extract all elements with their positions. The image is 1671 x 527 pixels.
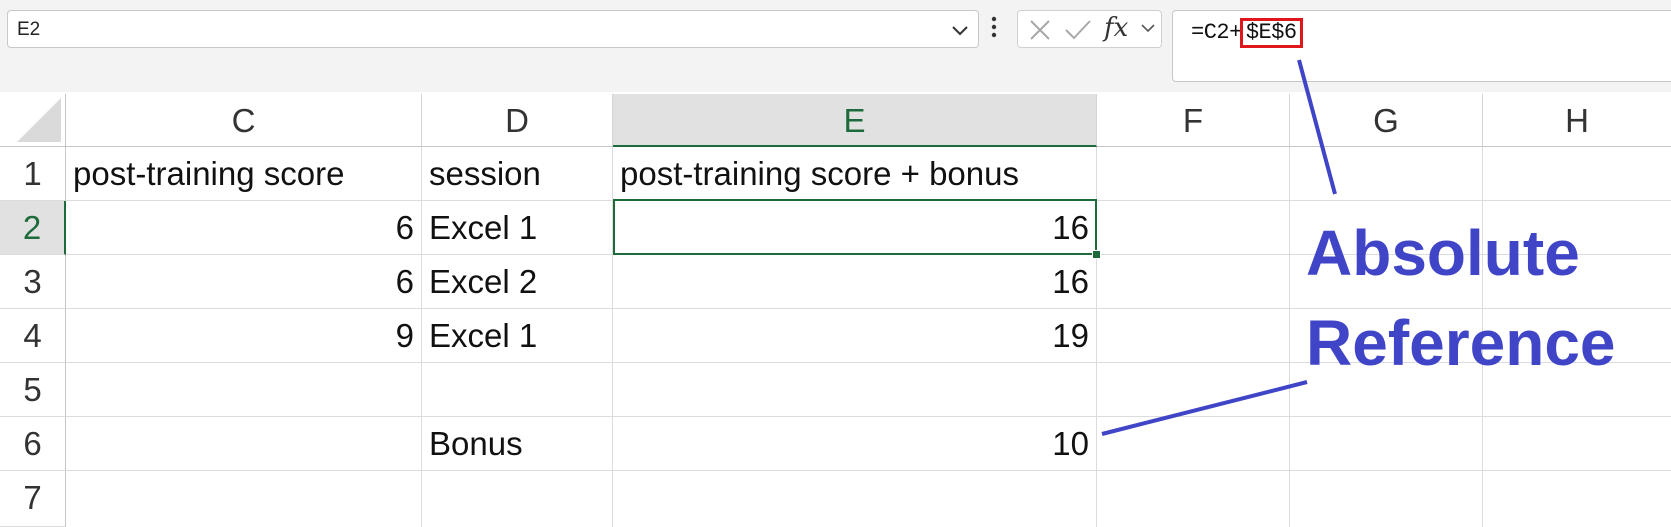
cell-e7[interactable] <box>613 471 1097 527</box>
formula-prefix: =C2+ <box>1191 20 1242 45</box>
cell-c4[interactable]: 9 <box>66 309 422 363</box>
chevron-down-icon[interactable] <box>950 20 970 45</box>
cell-c5[interactable] <box>66 363 422 417</box>
absolute-reference-highlight: $E$6 <box>1239 18 1303 48</box>
cell-d5[interactable] <box>422 363 613 417</box>
cell-d3[interactable]: Excel 2 <box>422 255 613 309</box>
cell-e5[interactable] <box>613 363 1097 417</box>
fill-handle[interactable] <box>1092 250 1101 259</box>
cell-d4[interactable]: Excel 1 <box>422 309 613 363</box>
cell-d2[interactable]: Excel 1 <box>422 201 613 255</box>
column-header-f[interactable]: F <box>1097 94 1290 147</box>
column-header-c[interactable]: C <box>66 94 422 147</box>
cell-e1[interactable]: post-training score + bonus <box>613 147 1097 201</box>
column-header-g[interactable]: G <box>1290 94 1483 147</box>
check-icon[interactable] <box>1064 18 1092 47</box>
row-header-2[interactable]: 2 <box>0 201 66 255</box>
cell-c1[interactable]: post-training score <box>66 147 422 201</box>
cell-e4[interactable]: 19 <box>613 309 1097 363</box>
cell-h7[interactable] <box>1483 471 1671 527</box>
cell-g6[interactable] <box>1290 417 1483 471</box>
select-all-icon <box>17 98 61 142</box>
column-header-e[interactable]: E <box>613 94 1097 147</box>
cell-d7[interactable] <box>422 471 613 527</box>
formula-bar: E2 fx =C2+ $E$6 <box>0 0 1671 92</box>
row-header-7[interactable]: 7 <box>0 471 66 527</box>
cell-h6[interactable] <box>1483 417 1671 471</box>
cell-e2[interactable]: 16 <box>613 201 1097 255</box>
cell-f3[interactable] <box>1097 255 1290 309</box>
more-vertical-icon[interactable] <box>990 14 998 45</box>
row-header-1[interactable]: 1 <box>0 147 66 201</box>
cell-d1[interactable]: session <box>422 147 613 201</box>
formula-input[interactable]: =C2+ $E$6 <box>1172 10 1671 82</box>
cell-c7[interactable] <box>66 471 422 527</box>
cell-f5[interactable] <box>1097 363 1290 417</box>
row-header-4[interactable]: 4 <box>0 309 66 363</box>
formula-controls: fx <box>1017 10 1162 48</box>
annotation-label: Absolute Reference <box>1306 208 1616 388</box>
cell-f2[interactable] <box>1097 201 1290 255</box>
formula-text: =C2+ $E$6 <box>1191 18 1303 48</box>
close-icon[interactable] <box>1028 18 1052 47</box>
annotation-line1: Absolute <box>1306 217 1580 289</box>
row-header-6[interactable]: 6 <box>0 417 66 471</box>
cell-c6[interactable] <box>66 417 422 471</box>
cell-c2[interactable]: 6 <box>66 201 422 255</box>
function-icon[interactable]: fx <box>1104 13 1128 43</box>
select-all-button[interactable] <box>0 94 66 147</box>
cell-g1[interactable] <box>1290 147 1483 201</box>
cell-f1[interactable] <box>1097 147 1290 201</box>
cell-g7[interactable] <box>1290 471 1483 527</box>
cell-f4[interactable] <box>1097 309 1290 363</box>
cell-c3[interactable]: 6 <box>66 255 422 309</box>
cell-f7[interactable] <box>1097 471 1290 527</box>
cell-e6[interactable]: 10 <box>613 417 1097 471</box>
row-header-5[interactable]: 5 <box>0 363 66 417</box>
column-header-d[interactable]: D <box>422 94 613 147</box>
column-header-h[interactable]: H <box>1483 94 1671 147</box>
cell-f6[interactable] <box>1097 417 1290 471</box>
cell-d6[interactable]: Bonus <box>422 417 613 471</box>
row-header-3[interactable]: 3 <box>0 255 66 309</box>
annotation-line2: Reference <box>1306 307 1616 379</box>
cell-h1[interactable] <box>1483 147 1671 201</box>
name-box[interactable]: E2 <box>7 10 979 48</box>
cell-e3[interactable]: 16 <box>613 255 1097 309</box>
chevron-down-icon[interactable] <box>1140 20 1156 41</box>
name-box-value: E2 <box>17 19 41 40</box>
